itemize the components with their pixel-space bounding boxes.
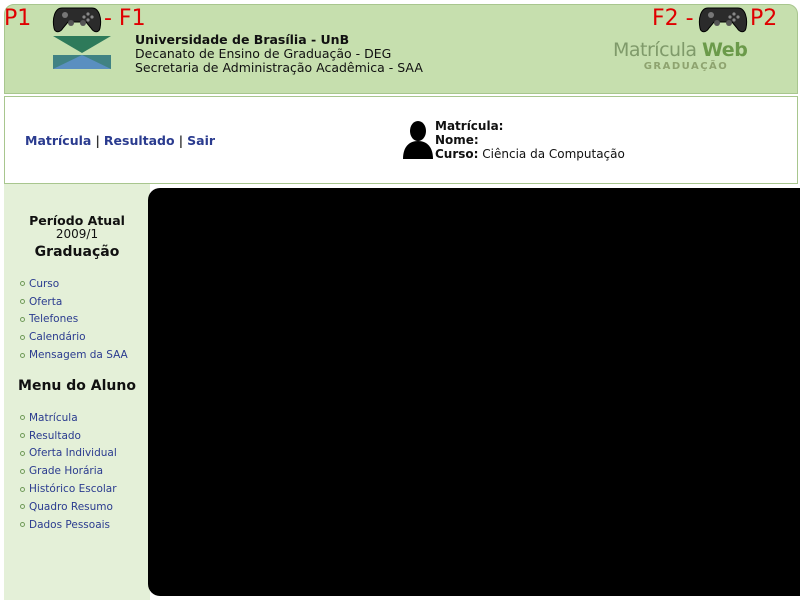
sidebar-item-label: Oferta: [29, 295, 63, 308]
sidebar-item-grade-horaria[interactable]: Grade Horária: [20, 462, 117, 480]
p1-label: P1: [4, 6, 32, 31]
institution-block: Universidade de Brasília - UnB Decanato …: [135, 33, 423, 75]
p2-label: P2: [750, 6, 778, 31]
bullet-icon: [20, 522, 25, 528]
sidebar-item-dados-pessoais[interactable]: Dados Pessoais: [20, 516, 117, 534]
sidebar-item-quadro-resumo[interactable]: Quadro Resumo: [20, 498, 117, 516]
bullet-icon: [20, 316, 25, 322]
nav-sair-link[interactable]: Sair: [187, 133, 215, 148]
bullet-icon: [20, 468, 25, 474]
curso-label: Curso:: [435, 147, 479, 161]
sidebar: Período Atual 2009/1 Graduação Curso Ofe…: [4, 184, 150, 600]
f2-label: F2 -: [652, 6, 694, 31]
sidebar-item-label: Dados Pessoais: [29, 518, 111, 531]
sidebar-item-label: Mensagem da SAA: [29, 349, 128, 362]
main-content-panel: [148, 188, 800, 596]
graduacao-title: Graduação: [34, 244, 120, 260]
sidebar-item-label: Histórico Escolar: [29, 483, 117, 496]
student-info: Matrícula: Nome: Curso: Ciência da Compu…: [435, 119, 625, 161]
sidebar-item-matricula[interactable]: Matrícula: [20, 409, 117, 427]
sidebar-item-label: Matrícula: [29, 411, 78, 424]
sidebar-item-label: Telefones: [29, 313, 79, 326]
sidebar-item-label: Calendário: [29, 331, 86, 344]
user-avatar-icon: [403, 121, 433, 159]
sidebar-item-resultado[interactable]: Resultado: [20, 427, 117, 445]
app-title-part2: Web: [702, 39, 748, 61]
bullet-icon: [20, 415, 25, 421]
menu-aluno-title: Menu do Aluno: [18, 378, 136, 394]
sidebar-item-label: Oferta Individual: [29, 447, 117, 460]
app-subtitle: GRADUAÇÃO: [643, 61, 729, 72]
bullet-icon: [20, 450, 25, 456]
curso-value: Ciência da Computação: [482, 147, 625, 161]
bullet-icon: [20, 433, 25, 439]
periodo-label: Período Atual: [29, 213, 125, 228]
nav-separator: |: [95, 133, 100, 148]
gamepad-icon: [698, 7, 748, 33]
sidebar-item-curso[interactable]: Curso: [20, 275, 128, 293]
secretariat-name: Secretaria de Administração Acadêmica - …: [135, 60, 423, 75]
bullet-icon: [20, 281, 25, 287]
bullet-icon: [20, 299, 25, 305]
top-navigation: Matrícula | Resultado | Sair: [25, 133, 215, 148]
sidebar-item-oferta[interactable]: Oferta: [20, 293, 128, 311]
bullet-icon: [20, 504, 25, 510]
sidebar-item-historico-escolar[interactable]: Histórico Escolar: [20, 480, 117, 498]
sidebar-item-oferta-individual[interactable]: Oferta Individual: [20, 445, 117, 463]
nav-resultado-link[interactable]: Resultado: [104, 133, 175, 148]
app-title-part1: Matrícula: [613, 39, 703, 61]
institution-name: Universidade de Brasília - UnB: [135, 32, 350, 47]
sidebar-item-mensagem-saa[interactable]: Mensagem da SAA: [20, 346, 128, 364]
sidebar-item-label: Quadro Resumo: [29, 500, 113, 513]
nav-matricula-link[interactable]: Matrícula: [25, 133, 91, 148]
bullet-icon: [20, 486, 25, 492]
info-bar: Matrícula | Resultado | Sair Matrícula: Nome…: [4, 96, 798, 184]
unb-logo: [53, 36, 111, 69]
matricula-web-logo: Matrícula Web GRADUAÇÃO: [613, 39, 748, 73]
periodo-value: 2009/1: [55, 227, 99, 241]
sidebar-item-telefones[interactable]: Telefones: [20, 311, 128, 329]
nav-separator: |: [178, 133, 184, 148]
matricula-label: Matrícula:: [435, 119, 504, 133]
sidebar-item-label: Grade Horária: [29, 465, 104, 478]
bullet-icon: [20, 352, 25, 358]
aluno-menu: Matrícula Resultado Oferta Individual Gr…: [20, 409, 117, 534]
nome-label: Nome:: [435, 133, 479, 147]
f1-label: - F1: [104, 6, 146, 31]
bullet-icon: [20, 334, 25, 340]
sidebar-item-calendario[interactable]: Calendário: [20, 328, 128, 346]
sidebar-item-label: Curso: [29, 277, 60, 290]
department-name: Decanato de Ensino de Graduação - DEG: [135, 46, 392, 61]
graduacao-menu: Curso Oferta Telefones Calendário Mensag…: [20, 275, 128, 364]
gamepad-icon: [52, 7, 102, 33]
sidebar-item-label: Resultado: [29, 429, 81, 442]
